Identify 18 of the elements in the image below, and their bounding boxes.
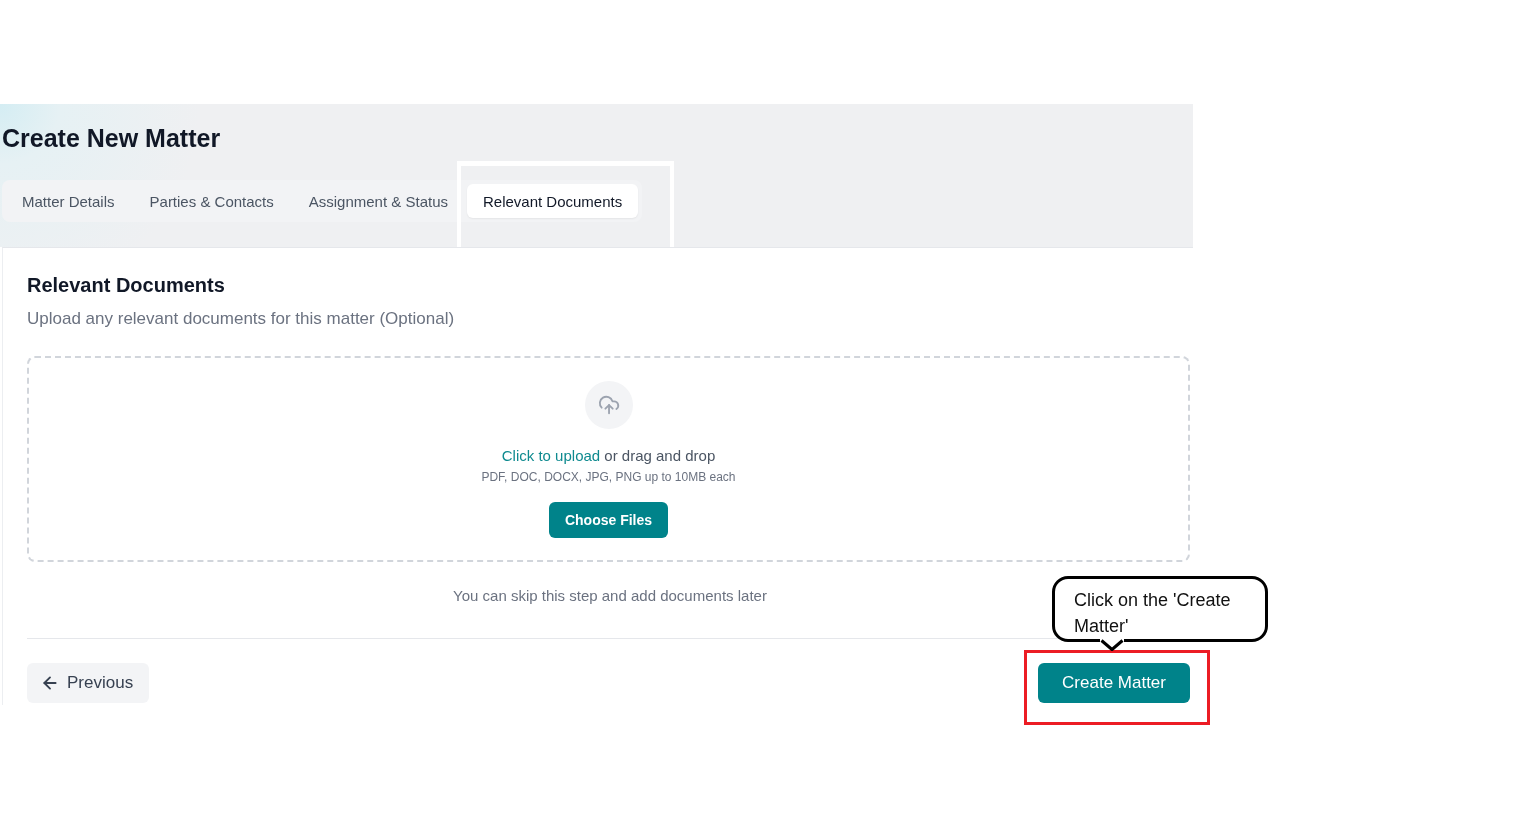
previous-button[interactable]: Previous xyxy=(27,663,150,703)
callout-bubble: Click on the 'Create Matter' xyxy=(1052,576,1268,642)
upload-link[interactable]: Click to upload xyxy=(501,447,601,464)
tab[interactable]: Matter Details xyxy=(16,184,121,218)
upload-dropzone[interactable]: Click to upload or drag and drop PDF, DOC, DOCX, JPG, PNG up to 10MB each Choose Files xyxy=(27,356,1190,562)
tab[interactable]: Assignment & Status xyxy=(302,184,454,218)
tab[interactable]: Relevant Documents xyxy=(467,184,639,218)
callout-tail xyxy=(1100,639,1124,651)
upload-icon xyxy=(584,381,633,429)
skip-note: You can skip this step and add documents later xyxy=(453,586,767,606)
create-matter-button[interactable]: Create Matter xyxy=(1038,663,1190,703)
page-title: Create New Matter xyxy=(2,123,222,153)
file-format-note: PDF, DOC, DOCX, JPG, PNG up to 10MB each xyxy=(481,469,736,485)
section-subtitle: Upload any relevant documents for this matter (Optional) xyxy=(27,308,456,330)
section-heading: Relevant Documents xyxy=(27,273,226,298)
choose-files-button[interactable]: Choose Files xyxy=(548,502,669,538)
upload-prompt: Click to upload or drag and drop xyxy=(501,446,716,466)
tab[interactable]: Parties & Contacts xyxy=(143,184,280,218)
